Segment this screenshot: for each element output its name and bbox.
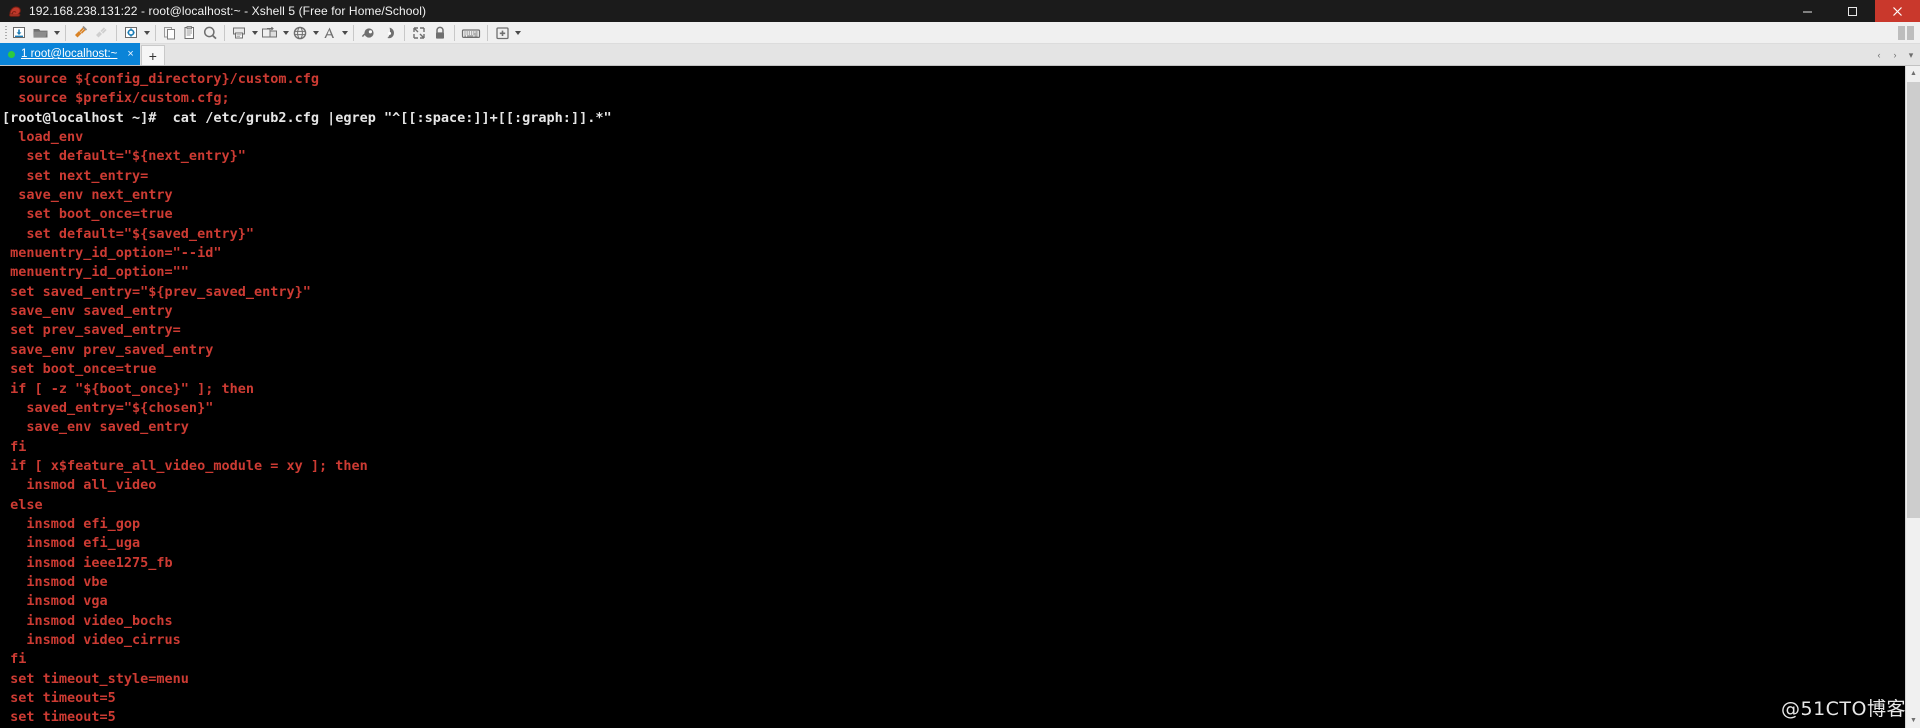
properties-gear-icon[interactable] — [121, 23, 142, 43]
terminal-output-line: source ${config_directory}/custom.cfg — [2, 71, 319, 87]
terminal-area[interactable]: source ${config_directory}/custom.cfg so… — [0, 66, 1920, 728]
main-toolbar — [0, 22, 1920, 44]
tab-strip: 1 root@localhost:~ × + ‹ › ▾ — [0, 43, 1920, 66]
terminal-output-line: fi — [2, 438, 27, 455]
toolbar-separator — [224, 24, 225, 41]
tab-scroll-right-icon[interactable]: › — [1888, 47, 1902, 63]
terminal-output-line: set next_entry= — [2, 167, 149, 184]
terminal-output-line: insmod vga — [2, 593, 108, 610]
tab-connected-status-icon — [8, 50, 15, 58]
terminal-output-line: set boot_once=true — [2, 206, 173, 223]
terminal-output-line: set default="${next_entry}" — [2, 148, 246, 165]
scroll-down-icon[interactable]: ▼ — [1906, 713, 1920, 728]
terminal-output-line: insmod vbe — [2, 573, 108, 590]
terminal-output-line: set prev_saved_entry= — [2, 322, 181, 339]
toolbar-separator — [487, 24, 488, 41]
tab-scroll-left-icon[interactable]: ‹ — [1872, 47, 1886, 63]
toolbar-separator — [454, 24, 455, 41]
terminal-output-line: insmod video_cirrus — [2, 631, 181, 648]
connect-plug-icon[interactable] — [70, 23, 91, 43]
highlight-icon[interactable] — [379, 23, 400, 43]
terminal-output-line: set default="${saved_entry}" — [2, 225, 254, 242]
close-button[interactable] — [1875, 0, 1920, 22]
terminal-output-line: insmod efi_uga — [2, 535, 141, 552]
lock-icon[interactable] — [430, 23, 450, 43]
scroll-up-icon[interactable]: ▲ — [1906, 66, 1920, 81]
terminal-output-line: set boot_once=true — [2, 361, 157, 378]
window-controls — [1785, 0, 1920, 22]
terminal-output-line: set timeout=5 — [2, 690, 116, 706]
terminal-vertical-scrollbar[interactable]: ▲ ▼ — [1905, 66, 1920, 728]
terminal-output-line: set timeout_style=menu — [2, 670, 189, 687]
tab-close-icon[interactable]: × — [127, 48, 133, 60]
terminal-output-line: menuentry_id_option="" — [2, 264, 189, 281]
terminal-output-line: set timeout=5 — [2, 709, 116, 726]
terminal-output-line: saved_entry="${chosen}" — [2, 399, 214, 416]
window-titlebar[interactable]: 192.168.238.131:22 - root@localhost:~ - … — [0, 0, 1920, 22]
add-dropdown-caret[interactable] — [513, 23, 522, 43]
open-folder-icon[interactable] — [30, 23, 52, 43]
terminal-output[interactable]: source ${config_directory}/custom.cfg so… — [0, 66, 1905, 728]
terminal-prompt-line: [root@localhost ~]# cat /etc/grub2.cfg |… — [2, 109, 612, 126]
paste-icon[interactable] — [180, 23, 200, 43]
log-to-file-icon[interactable] — [229, 23, 250, 43]
terminal-output-line: save_env saved_entry — [2, 303, 173, 320]
terminal-output-line: insmod efi_gop — [2, 515, 141, 532]
terminal-output-line: set saved_entry="${prev_saved_entry}" — [2, 283, 311, 300]
terminal-output-line: else — [2, 496, 43, 513]
toolbar-overflow[interactable] — [1898, 22, 1916, 44]
fonts-dropdown-caret[interactable] — [340, 23, 349, 43]
terminal-output-line: source $prefix/custom.cfg; — [2, 90, 230, 107]
terminal-output-line: load_env — [2, 129, 84, 146]
properties-dropdown-caret[interactable] — [142, 23, 151, 43]
tab-label: 1 root@localhost:~ — [21, 48, 118, 60]
tab-strip-controls: ‹ › ▾ — [1872, 47, 1918, 63]
file-transfer-icon[interactable] — [259, 23, 281, 43]
terminal-output-line: menuentry_id_option="--id" — [2, 245, 222, 262]
tab-root-localhost[interactable]: 1 root@localhost:~ × — [0, 43, 140, 65]
find-icon[interactable] — [200, 23, 220, 43]
minimize-button[interactable] — [1785, 0, 1830, 22]
terminal-output-line: save_env prev_saved_entry — [2, 341, 214, 358]
toolbar-separator — [116, 24, 117, 41]
toolbar-overflow-block — [1907, 26, 1914, 40]
terminal-output-line: insmod video_bochs — [2, 612, 173, 629]
toolbar-grip[interactable] — [2, 24, 9, 42]
file-transfer-dropdown-caret[interactable] — [281, 23, 290, 43]
web-browser-dropdown-caret[interactable] — [311, 23, 320, 43]
compose-bar-icon[interactable] — [358, 23, 379, 43]
web-browser-icon[interactable] — [290, 23, 311, 43]
scrollbar-thumb[interactable] — [1907, 82, 1920, 518]
open-folder-dropdown-caret[interactable] — [52, 23, 61, 43]
full-screen-icon[interactable] — [409, 23, 430, 43]
toolbar-overflow-block — [1898, 26, 1905, 40]
terminal-output-line: insmod ieee1275_fb — [2, 554, 173, 571]
copy-icon[interactable] — [160, 23, 180, 43]
terminal-output-line: insmod all_video — [2, 477, 157, 494]
new-tab-button[interactable]: + — [140, 45, 165, 65]
toolbar-separator — [65, 24, 66, 41]
disconnect-plug-icon[interactable] — [91, 23, 112, 43]
new-session-icon[interactable] — [9, 23, 30, 43]
terminal-output-line: save_env saved_entry — [2, 419, 189, 436]
toolbar-separator — [155, 24, 156, 41]
toolbar-separator — [404, 24, 405, 41]
tab-list-menu-icon[interactable]: ▾ — [1904, 47, 1918, 63]
keyboard-icon[interactable] — [459, 23, 483, 43]
terminal-output-line: if [ -z "${boot_once}" ]; then — [2, 380, 254, 397]
terminal-output-line: fi — [2, 651, 27, 668]
xshell-shell-icon — [7, 3, 23, 19]
maximize-button[interactable] — [1830, 0, 1875, 22]
terminal-output-line: save_env next_entry — [2, 187, 173, 204]
window-title: 192.168.238.131:22 - root@localhost:~ - … — [29, 4, 427, 18]
fonts-icon[interactable] — [320, 23, 340, 43]
add-icon[interactable] — [492, 23, 513, 43]
terminal-output-line: if [ x$feature_all_video_module = xy ]; … — [2, 457, 368, 474]
toolbar-separator — [353, 24, 354, 41]
log-dropdown-caret[interactable] — [250, 23, 259, 43]
watermark: @51CTO博客 — [1780, 698, 1906, 720]
